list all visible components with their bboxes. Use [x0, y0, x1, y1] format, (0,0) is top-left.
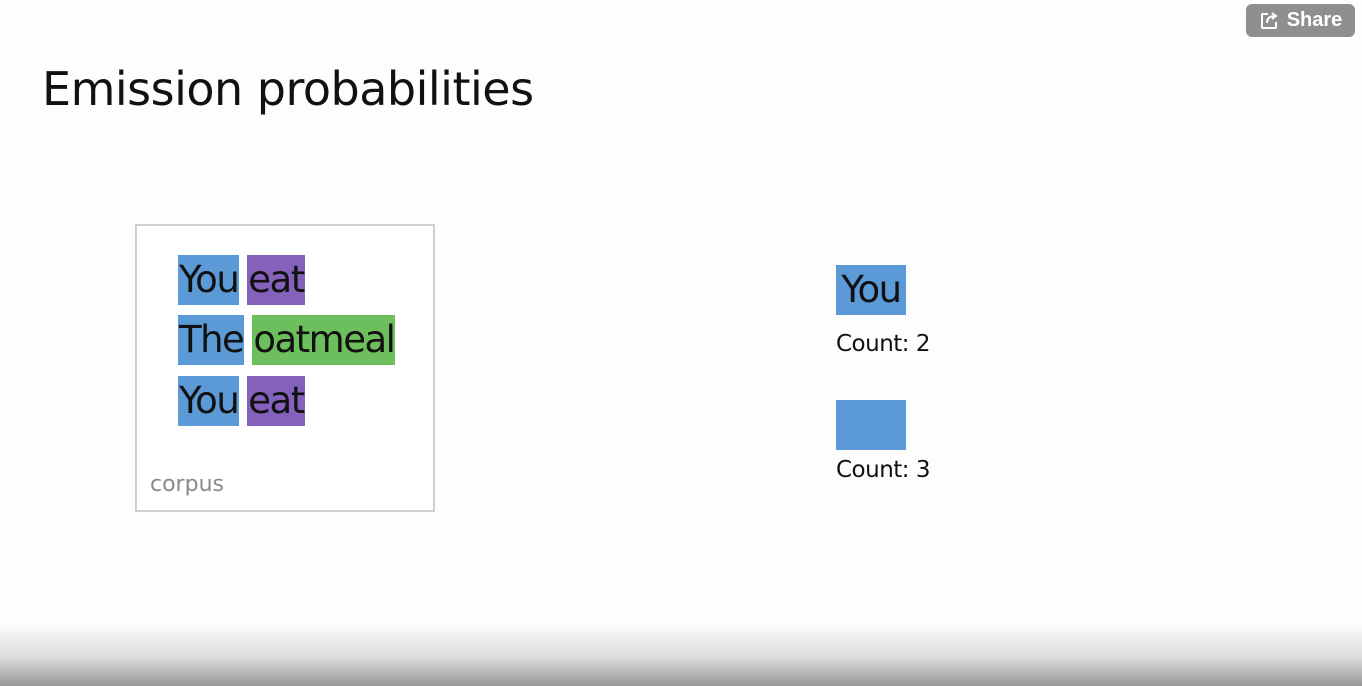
corpus-sentence: You eat: [178, 255, 305, 305]
share-button[interactable]: Share: [1246, 4, 1355, 37]
verb-token: eat: [247, 376, 305, 426]
determiner-token: The: [178, 315, 245, 365]
tag-color-swatch: [836, 400, 906, 450]
corpus-sentence: You eat: [178, 376, 305, 426]
slide-title: Emission probabilities: [42, 62, 534, 116]
corpus-label: corpus: [150, 472, 224, 497]
pronoun-token: You: [178, 376, 240, 426]
pronoun-token: You: [178, 255, 240, 305]
share-icon: [1259, 11, 1279, 31]
verb-token: eat: [247, 255, 305, 305]
noun-token: oatmeal: [252, 315, 396, 365]
share-label: Share: [1286, 9, 1343, 31]
video-bottom-shade: [0, 624, 1362, 686]
word-count-label: Count: 2: [836, 331, 931, 357]
corpus-box: You eat The oatmeal You eat corpus: [135, 224, 435, 512]
word-tag-token: You: [836, 265, 906, 315]
tag-count-label: Count: 3: [836, 457, 931, 483]
corpus-sentence: The oatmeal: [178, 315, 396, 365]
